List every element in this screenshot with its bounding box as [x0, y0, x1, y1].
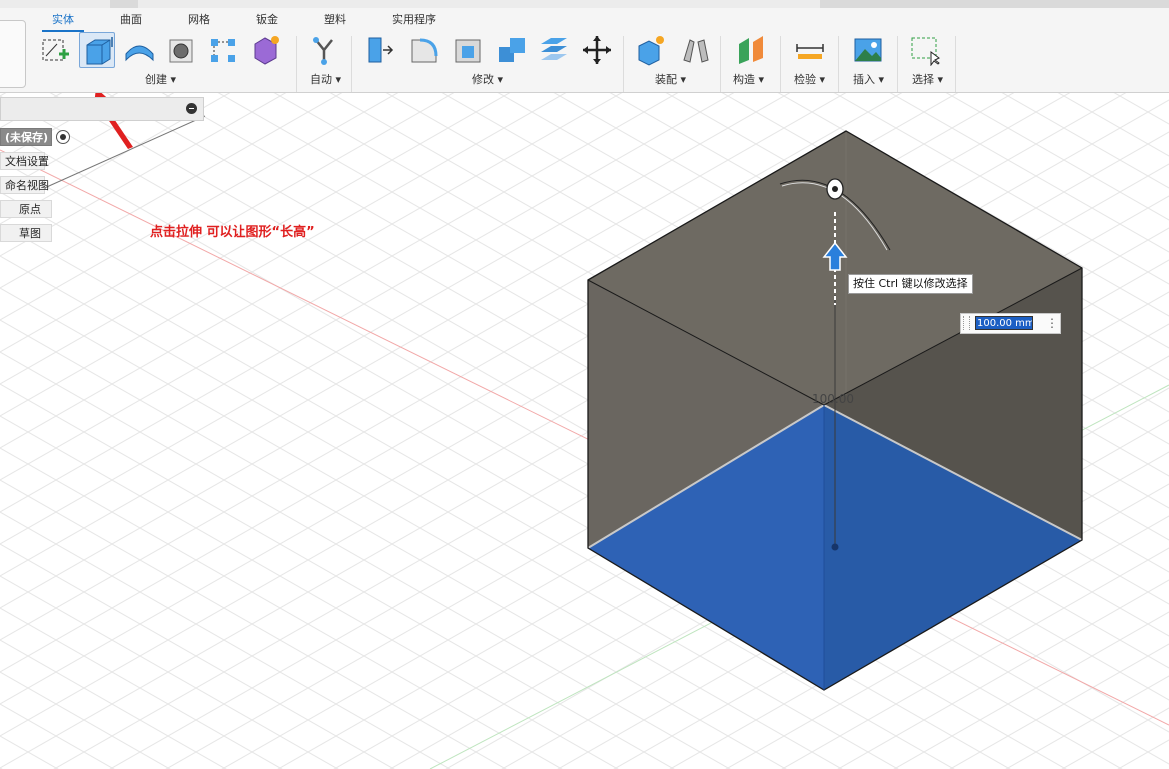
create-sketch-icon — [42, 39, 69, 61]
group-construct-label[interactable]: 构造 ▾ — [733, 71, 764, 87]
browser-item-document[interactable]: (未保存) — [0, 128, 52, 146]
pattern-button[interactable] — [205, 32, 241, 68]
tab-utilities[interactable]: 实用程序 — [392, 11, 436, 27]
shell-button[interactable] — [450, 32, 486, 68]
tab-sheet-metal[interactable]: 钣金 — [256, 11, 278, 27]
tooltip: 按住 Ctrl 键以修改选择 — [848, 274, 973, 294]
automate-button[interactable] — [306, 32, 342, 68]
group-assemble-label[interactable]: 装配 ▾ — [655, 71, 686, 87]
replace-face-button[interactable] — [536, 32, 572, 68]
new-component-button[interactable] — [633, 32, 669, 68]
measure-button[interactable] — [792, 32, 828, 68]
group-divider — [897, 36, 898, 92]
press-pull-icon — [368, 37, 394, 63]
taper-angle-manipulator[interactable] — [826, 178, 844, 200]
group-divider — [296, 36, 297, 92]
annotation-text: 点击拉伸 可以让图形“长高” — [150, 225, 315, 240]
create-sketch-button[interactable] — [37, 32, 73, 68]
browser-panel-header — [0, 97, 204, 121]
tab-plastic[interactable]: 塑料 — [324, 11, 346, 27]
group-divider — [623, 36, 624, 92]
data-panel-stub[interactable] — [0, 20, 26, 88]
joint-icon — [683, 39, 709, 63]
insert-image-button[interactable] — [850, 32, 886, 68]
select-window-button[interactable] — [907, 32, 943, 68]
group-insert-label[interactable]: 插入 ▾ — [853, 71, 884, 87]
tab-surface[interactable]: 曲面 — [120, 11, 142, 27]
dimension-label: 100.00 — [812, 392, 854, 406]
group-inspect-label[interactable]: 检验 ▾ — [794, 71, 825, 87]
document-tab-stub[interactable] — [110, 0, 138, 8]
press-pull-button[interactable] — [361, 32, 397, 68]
tab-solid[interactable]: 实体 — [52, 11, 74, 27]
group-divider — [955, 36, 956, 92]
hole-icon — [169, 39, 193, 63]
fillet-icon — [411, 38, 438, 63]
extrude-button[interactable] — [79, 32, 115, 68]
group-create-label[interactable]: 创建 ▾ — [145, 71, 176, 87]
browser-item-document-settings[interactable]: 文档设置 — [0, 152, 49, 170]
create-form-icon — [254, 36, 279, 65]
offset-plane-icon — [739, 36, 763, 64]
offset-plane-button[interactable] — [733, 32, 769, 68]
group-divider — [780, 36, 781, 92]
select-window-icon — [911, 37, 940, 66]
move-icon — [583, 36, 611, 64]
create-form-button[interactable] — [247, 32, 283, 68]
toolbar-ribbon: 实体 曲面 网格 钣金 塑料 实用程序 创建 ▾ 自动 ▾ 修改 ▾ 装配 ▾ … — [0, 8, 1169, 93]
distance-input[interactable]: 100.00 mm — [975, 316, 1033, 330]
joint-button[interactable] — [678, 32, 714, 68]
activate-radio-icon[interactable] — [56, 130, 70, 144]
group-divider — [838, 36, 839, 92]
group-modify-label[interactable]: 修改 ▾ — [472, 71, 503, 87]
insert-image-icon — [854, 38, 882, 62]
replace-face-icon — [541, 38, 567, 60]
revolve-icon — [125, 45, 154, 62]
fillet-button[interactable] — [406, 32, 442, 68]
browser-item-named-views[interactable]: 命名视图 — [0, 176, 49, 194]
group-automate-label[interactable]: 自动 ▾ — [310, 71, 341, 87]
group-divider — [351, 36, 352, 92]
window-tab-stub[interactable] — [820, 0, 1169, 8]
new-component-icon — [638, 36, 664, 66]
revolve-button[interactable] — [121, 32, 157, 68]
measure-icon — [796, 44, 824, 59]
group-divider — [720, 36, 721, 92]
extrude-origin-point — [831, 543, 839, 551]
tab-mesh[interactable]: 网格 — [188, 11, 210, 27]
drag-handle[interactable] — [963, 316, 970, 330]
combine-button[interactable] — [494, 32, 530, 68]
browser-item-origin[interactable]: 原点 — [0, 200, 52, 218]
shell-icon — [455, 39, 481, 63]
automate-icon — [313, 37, 333, 65]
hole-button[interactable] — [163, 32, 199, 68]
extrude-icon — [86, 37, 113, 65]
pattern-icon — [211, 39, 235, 62]
browser-item-sketches[interactable]: 草图 — [0, 224, 52, 242]
collapse-icon[interactable] — [186, 103, 197, 114]
combine-icon — [499, 38, 525, 62]
move-button[interactable] — [579, 32, 615, 68]
group-select-label[interactable]: 选择 ▾ — [912, 71, 943, 87]
more-options-icon[interactable]: ⋮ — [1046, 316, 1058, 330]
